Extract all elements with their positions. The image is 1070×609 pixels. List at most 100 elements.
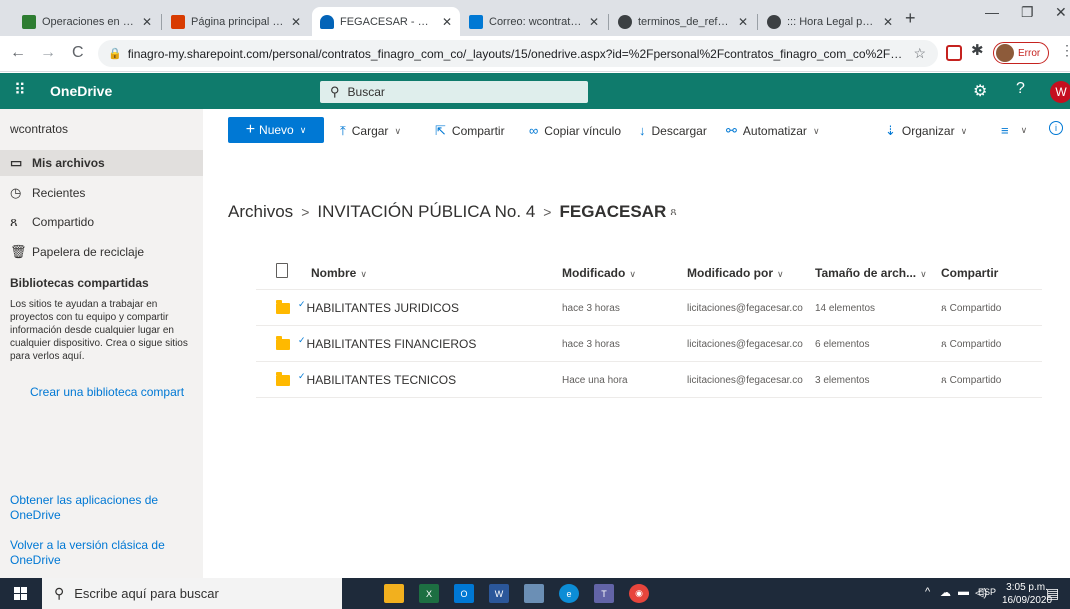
create-library-link[interactable]: Crear una biblioteca compart bbox=[30, 385, 203, 399]
help-icon[interactable]: ? bbox=[1016, 80, 1025, 98]
column-header-sharing[interactable]: Compartir bbox=[941, 266, 998, 280]
search-box[interactable]: ⚲ bbox=[320, 81, 588, 103]
tray-chevron-icon[interactable]: ^ bbox=[925, 586, 930, 598]
classic-view-link[interactable]: Volver a la versión clásica de OneDrive bbox=[10, 538, 190, 568]
file-explorer-icon[interactable] bbox=[384, 584, 404, 603]
get-apps-link[interactable]: Obtener las aplicaciones de OneDrive bbox=[10, 493, 190, 523]
sort-button[interactable]: ⇣ Organizar ∨ bbox=[885, 123, 967, 139]
browser-tab-correo[interactable]: Correo: wcontratos - ✕ bbox=[461, 7, 607, 36]
folder-icon bbox=[276, 336, 290, 350]
close-tab-icon[interactable]: ✕ bbox=[442, 15, 452, 29]
shared-people-icon: ጸ bbox=[941, 339, 950, 350]
chevron-down-icon: ∨ bbox=[920, 269, 927, 279]
browser-tab-pagina-principal[interactable]: Página principal de N ✕ bbox=[163, 7, 309, 36]
browser-tab-operaciones[interactable]: Operaciones en línea ✕ bbox=[14, 7, 160, 36]
back-arrow-icon[interactable]: ← bbox=[10, 44, 26, 62]
close-tab-icon[interactable]: ✕ bbox=[142, 15, 152, 29]
table-row[interactable]: ✓HABILITANTES FINANCIEROS hace 3 horas l… bbox=[256, 326, 1042, 362]
column-header-modified-by[interactable]: Modificado por ∨ bbox=[687, 266, 784, 280]
close-tab-icon[interactable]: ✕ bbox=[589, 15, 599, 29]
user-avatar[interactable]: W bbox=[1050, 81, 1070, 103]
close-window-icon[interactable]: ✕ bbox=[1055, 4, 1067, 21]
nav-item-papelera[interactable]: 🗑 Papelera de reciclaje bbox=[0, 239, 203, 265]
app-launcher-icon[interactable]: ⠿ bbox=[14, 80, 26, 100]
nav-item-compartido[interactable]: ጸ Compartido bbox=[0, 209, 203, 235]
column-header-label: Modificado por bbox=[687, 266, 773, 280]
onedrive-tray-icon[interactable]: ☁ bbox=[940, 586, 951, 599]
profile-button[interactable]: Error bbox=[993, 42, 1049, 64]
upload-button[interactable]: ⤒ Cargar ∨ bbox=[340, 123, 401, 139]
new-item-icon: ✓ bbox=[298, 299, 306, 309]
share-label: Compartir bbox=[451, 124, 505, 138]
file-type-icon[interactable] bbox=[276, 263, 288, 278]
new-tab-button[interactable]: + bbox=[905, 8, 916, 29]
outlook-icon[interactable]: O bbox=[454, 584, 474, 603]
sharing-cell: ጸ Compartido bbox=[941, 339, 1001, 350]
close-tab-icon[interactable]: ✕ bbox=[738, 15, 748, 29]
windows-start-icon[interactable] bbox=[14, 587, 27, 600]
file-name[interactable]: ✓HABILITANTES FINANCIEROS bbox=[298, 335, 476, 351]
minimize-icon[interactable]: — bbox=[985, 4, 999, 20]
teams-icon[interactable]: T bbox=[594, 584, 614, 603]
nav-item-mis-archivos[interactable]: ▭ Mis archivos bbox=[0, 150, 203, 176]
plus-icon: + bbox=[245, 121, 256, 138]
search-input[interactable] bbox=[347, 85, 548, 99]
network-app-icon[interactable] bbox=[524, 584, 544, 603]
info-icon[interactable]: i bbox=[1049, 121, 1063, 135]
column-header-size[interactable]: Tamaño de arch... ∨ bbox=[815, 266, 927, 280]
view-options-button[interactable]: ≡ ∨ bbox=[1001, 123, 1027, 138]
column-header-name[interactable]: Nombre ∨ bbox=[311, 266, 367, 280]
battery-icon[interactable]: ▬ bbox=[958, 586, 969, 598]
browser-tab-onedrive[interactable]: FEGACESAR - OneDri ✕ bbox=[312, 7, 460, 36]
copy-link-label: Copiar vínculo bbox=[544, 123, 621, 138]
forward-arrow-icon[interactable]: → bbox=[40, 44, 56, 62]
breadcrumb-parent[interactable]: INVITACIÓN PÚBLICA No. 4 bbox=[317, 202, 535, 222]
link-icon: ∞ bbox=[529, 123, 539, 138]
settings-gear-icon[interactable]: ⚙ bbox=[973, 81, 987, 101]
copy-link-button[interactable]: ∞ Copiar vínculo bbox=[529, 123, 621, 138]
browser-tab-terminos[interactable]: terminos_de_referen ✕ bbox=[610, 7, 756, 36]
excel-icon[interactable]: X bbox=[419, 584, 439, 603]
taskbar-search[interactable]: ⚲ Escribe aquí para buscar bbox=[42, 578, 342, 609]
system-clock[interactable]: 3:05 p.m. 16/09/2020 bbox=[1002, 581, 1052, 607]
input-language[interactable]: ESP bbox=[978, 587, 996, 597]
table-row[interactable]: ✓HABILITANTES TECNICOS Hace una hora lic… bbox=[256, 362, 1042, 398]
breadcrumb-root[interactable]: Archivos bbox=[228, 202, 293, 222]
new-button[interactable]: + Nuevo ∨ bbox=[228, 117, 324, 143]
new-item-icon: ✓ bbox=[298, 371, 306, 381]
notifications-icon[interactable]: ▤ bbox=[1046, 585, 1059, 602]
table-row[interactable]: ✓HABILITANTES JURIDICOS hace 3 horas lic… bbox=[256, 290, 1042, 326]
tab-separator bbox=[608, 14, 609, 30]
chrome-icon[interactable]: ◉ bbox=[629, 584, 649, 603]
chevron-down-icon: ∨ bbox=[299, 124, 307, 135]
sharing-cell: ጸ Compartido bbox=[941, 375, 1001, 386]
edge-icon[interactable]: e bbox=[559, 584, 579, 603]
file-name[interactable]: ✓HABILITANTES TECNICOS bbox=[298, 371, 456, 387]
globe-icon bbox=[618, 14, 632, 29]
automate-button[interactable]: ⚯ Automatizar ∨ bbox=[726, 123, 820, 139]
maximize-icon[interactable]: ❐ bbox=[1021, 4, 1034, 21]
reload-icon[interactable]: C bbox=[72, 44, 84, 62]
address-bar[interactable]: 🔒 finagro-my.sharepoint.com/personal/con… bbox=[98, 40, 938, 67]
browser-tab-strip: Operaciones en línea ✕ Página principal … bbox=[0, 0, 1070, 36]
app-name[interactable]: OneDrive bbox=[50, 83, 112, 99]
bookmark-star-icon[interactable]: ☆ bbox=[913, 45, 926, 62]
profile-status: Error bbox=[1018, 47, 1041, 59]
extensions-puzzle-icon[interactable]: ✱ bbox=[971, 41, 984, 59]
tab-favicon-icon bbox=[22, 14, 36, 29]
word-icon[interactable]: W bbox=[489, 584, 509, 603]
url-text[interactable]: finagro-my.sharepoint.com/personal/contr… bbox=[128, 47, 906, 61]
download-button[interactable]: ↓ Descargar bbox=[639, 123, 707, 138]
nav-item-recientes[interactable]: ◷ Recientes bbox=[0, 180, 203, 206]
nav-item-label: Recientes bbox=[32, 186, 86, 200]
close-tab-icon[interactable]: ✕ bbox=[291, 15, 301, 29]
browser-menu-icon[interactable]: ⋮ bbox=[1060, 42, 1070, 59]
browser-tab-hora-legal[interactable]: ::: Hora Legal para Co ✕ bbox=[759, 7, 901, 36]
tab-separator bbox=[161, 14, 162, 30]
chevron-down-icon: ∨ bbox=[812, 125, 820, 136]
column-header-modified[interactable]: Modificado ∨ bbox=[562, 266, 636, 280]
file-name[interactable]: ✓HABILITANTES JURIDICOS bbox=[298, 299, 459, 315]
close-tab-icon[interactable]: ✕ bbox=[883, 15, 893, 29]
extension-icon[interactable] bbox=[946, 45, 962, 61]
share-button[interactable]: ⇱ Compartir bbox=[435, 123, 505, 139]
